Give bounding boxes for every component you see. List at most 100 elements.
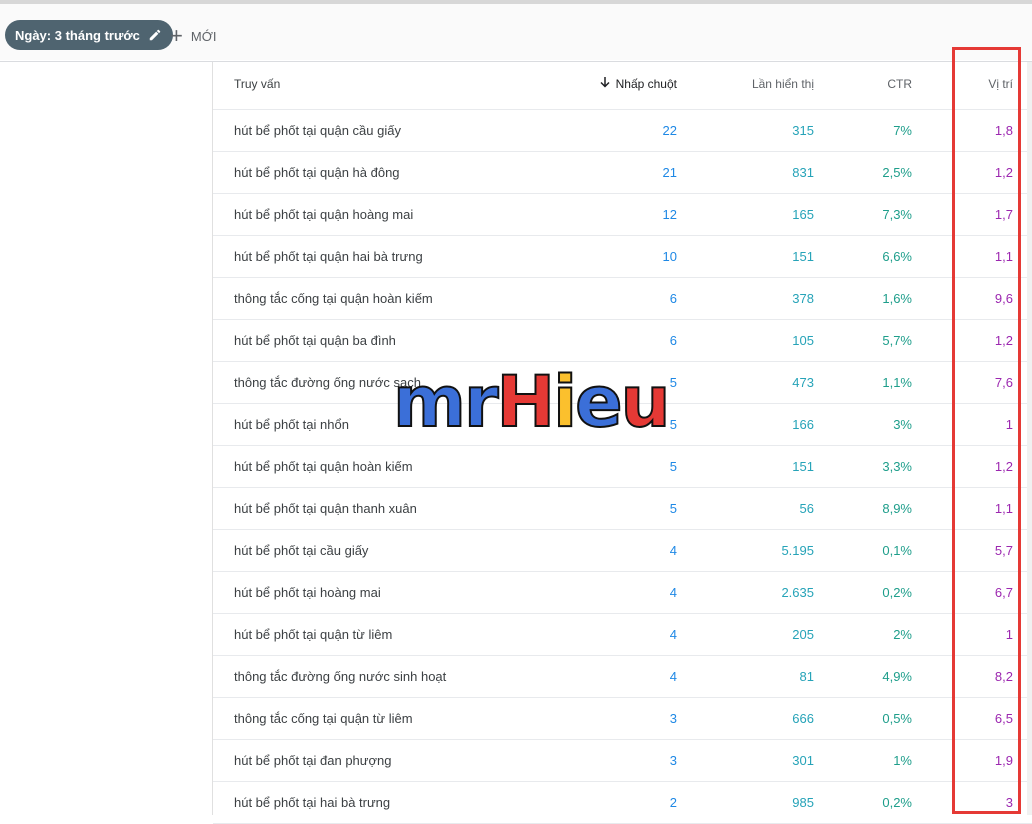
logo-letter: e (574, 361, 624, 443)
ctr-cell: 1% (893, 753, 912, 768)
table-row[interactable]: hút bể phốt tại hai bà trưng 2 985 0,2% 3 (213, 782, 1032, 824)
query-cell: hút bể phốt tại đan phượng (234, 753, 392, 768)
position-column-highlight (952, 47, 1021, 814)
impressions-cell: 105 (792, 333, 814, 348)
clicks-cell: 5 (669, 459, 677, 474)
impressions-cell: 165 (792, 207, 814, 222)
table-row[interactable]: hút bể phốt tại quận hai bà trưng 10 151 6,… (213, 236, 1032, 278)
query-cell: hút bể phốt tại quận hoàng mai (234, 207, 414, 222)
ctr-cell: 1,1% (882, 375, 912, 390)
impressions-cell: 315 (792, 123, 814, 138)
clicks-cell: 6 (669, 291, 677, 306)
impressions-cell: 985 (792, 795, 814, 810)
query-cell: hút bể phốt tại nhổn (234, 417, 349, 432)
ctr-cell: 0,1% (882, 543, 912, 558)
impressions-cell: 151 (792, 249, 814, 264)
left-panel (0, 62, 212, 815)
impressions-cell: 473 (792, 375, 814, 390)
query-cell: hút bể phốt tại quận ba đình (234, 333, 396, 348)
ctr-cell: 7% (893, 123, 912, 138)
table-row[interactable]: hút bể phốt tại hoàng mai 4 2.635 0,2% 6,7 (213, 572, 1032, 614)
ctr-cell: 8,9% (882, 501, 912, 516)
clicks-cell: 5 (669, 417, 677, 432)
clicks-cell: 2 (669, 795, 677, 810)
header-ctr[interactable]: CTR (887, 77, 912, 91)
query-cell: thông tắc đường ống nước sinh hoạt (234, 669, 447, 684)
ctr-cell: 0,2% (882, 795, 912, 810)
date-filter-label: Ngày: 3 tháng trước (15, 27, 140, 43)
logo-letter: i (552, 361, 578, 443)
clicks-cell: 4 (669, 627, 677, 642)
table-row[interactable]: thông tắc đường ống nước sinh hoạt 4 81 4,9… (213, 656, 1032, 698)
clicks-cell: 4 (669, 585, 677, 600)
ctr-cell: 4,9% (882, 669, 912, 684)
ctr-cell: 2% (893, 627, 912, 642)
query-cell: hút bể phốt tại quận thanh xuân (234, 501, 417, 516)
query-cell: thông tắc cống tại quận từ liêm (234, 711, 413, 726)
query-cell: hút bể phốt tại quận hà đông (234, 165, 400, 180)
table-row[interactable]: hút bể phốt tại quận thanh xuân 5 56 8,9% 1,… (213, 488, 1032, 530)
filter-bar: Ngày: 3 tháng trước + MỚI (0, 4, 1032, 60)
header-clicks-label: Nhấp chuột (615, 77, 677, 91)
impressions-cell: 166 (792, 417, 814, 432)
impressions-cell: 205 (792, 627, 814, 642)
table-row[interactable]: hút bể phốt tại cầu giấy 4 5.195 0,1% 5,7 (213, 530, 1032, 572)
table-row[interactable]: hút bể phốt tại quận ba đình 6 105 5,7% 1,2 (213, 320, 1032, 362)
table-row[interactable]: hút bể phốt tại quận từ liêm 4 205 2% 1 (213, 614, 1032, 656)
mrhieu-watermark-logo: mrHieu (392, 361, 671, 443)
plus-icon: + (170, 23, 183, 48)
impressions-cell: 831 (792, 165, 814, 180)
table-row[interactable]: thông tắc cống tại quận hoàn kiếm 6 378 1,6… (213, 278, 1032, 320)
query-cell: hút bể phốt tại quận từ liêm (234, 627, 393, 642)
header-clicks[interactable]: Nhấp chuột (600, 77, 677, 91)
clicks-cell: 12 (662, 207, 677, 222)
table-row[interactable]: hút bể phốt tại quận hoàng mai 12 165 7,3% 1… (213, 194, 1032, 236)
clicks-cell: 21 (662, 165, 677, 180)
query-cell: hút bể phốt tại cầu giấy (234, 543, 369, 558)
table-row[interactable]: thông tắc cống tại quận từ liêm 3 666 0,5% 6… (213, 698, 1032, 740)
table-header: Truy vấn Nhấp chuột Lần hiển thị CTR Vị … (213, 62, 1032, 110)
ctr-cell: 2,5% (882, 165, 912, 180)
ctr-cell: 1,6% (882, 291, 912, 306)
clicks-cell: 5 (669, 501, 677, 516)
query-cell: hút bể phốt tại hai bà trưng (234, 795, 391, 810)
header-query[interactable]: Truy vấn (234, 77, 280, 91)
table-row[interactable]: hút bể phốt tại quận hà đông 21 831 2,5% 1,2 (213, 152, 1032, 194)
sort-down-arrow-icon (600, 77, 610, 91)
logo-letter: H (495, 361, 556, 443)
ctr-cell: 3,3% (882, 459, 912, 474)
impressions-cell: 5.195 (781, 543, 814, 558)
impressions-cell: 56 (799, 501, 814, 516)
impressions-cell: 81 (799, 669, 814, 684)
query-cell: hút bể phốt tại quận hai bà trưng (234, 249, 423, 264)
clicks-cell: 3 (669, 753, 677, 768)
query-cell: hút bể phốt tại hoàng mai (234, 585, 381, 600)
table-row[interactable]: hút bể phốt tại đan phượng 3 301 1% 1,9 (213, 740, 1032, 782)
new-filter-button[interactable]: + MỚI (170, 24, 216, 48)
logo-letter: r (463, 361, 499, 443)
impressions-cell: 151 (792, 459, 814, 474)
ctr-cell: 0,5% (882, 711, 912, 726)
logo-letter: u (620, 361, 672, 443)
clicks-cell: 10 (662, 249, 677, 264)
date-filter-chip[interactable]: Ngày: 3 tháng trước (5, 20, 173, 50)
logo-letter: m (392, 361, 467, 443)
ctr-cell: 7,3% (882, 207, 912, 222)
table-row[interactable]: hút bể phốt tại quận cầu giấy 22 315 7% 1,8 (213, 110, 1032, 152)
new-filter-label: MỚI (190, 28, 217, 44)
impressions-cell: 2.635 (781, 585, 814, 600)
clicks-cell: 3 (669, 711, 677, 726)
clicks-cell: 5 (669, 375, 677, 390)
impressions-cell: 666 (792, 711, 814, 726)
impressions-cell: 301 (792, 753, 814, 768)
clicks-cell: 22 (662, 123, 677, 138)
scrollbar[interactable] (1027, 62, 1032, 815)
ctr-cell: 0,2% (882, 585, 912, 600)
clicks-cell: 6 (669, 333, 677, 348)
pencil-icon[interactable] (148, 28, 162, 42)
table-row[interactable]: hút bể phốt tại quận hoàn kiếm 5 151 3,3% 1,… (213, 446, 1032, 488)
query-cell: thông tắc cống tại quận hoàn kiếm (234, 291, 433, 306)
ctr-cell: 5,7% (882, 333, 912, 348)
ctr-cell: 6,6% (882, 249, 912, 264)
header-impressions[interactable]: Lần hiển thị (752, 77, 814, 91)
